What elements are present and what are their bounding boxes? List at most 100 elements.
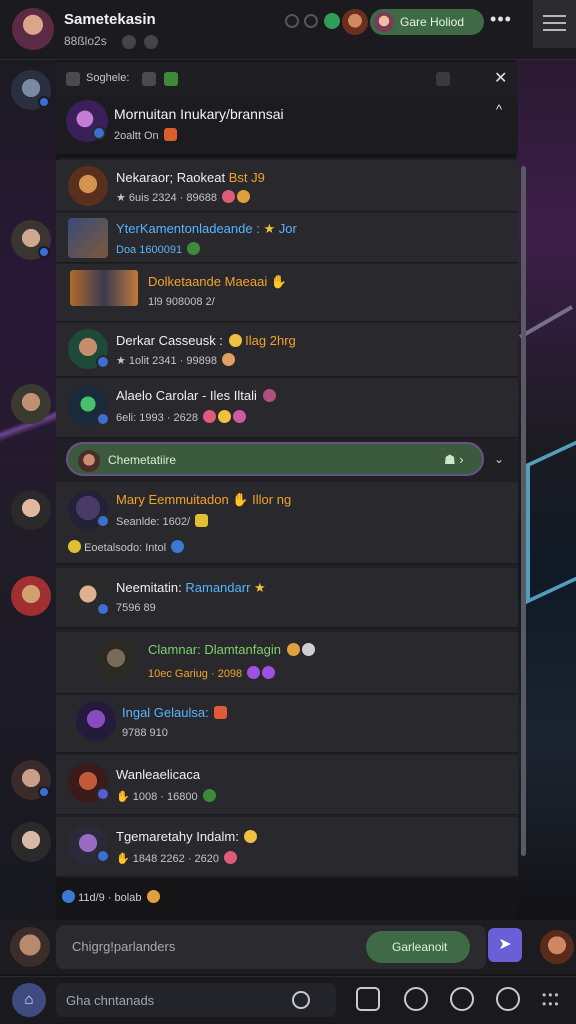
- page-subtitle: 88ßlo2s: [64, 34, 107, 48]
- scrollbar-thumb[interactable]: [521, 166, 526, 856]
- user-name: Mary Eemmuitadon ✋ Illor ng: [116, 492, 292, 507]
- member-avatar[interactable]: [11, 384, 51, 424]
- contact-avatar[interactable]: [342, 9, 368, 35]
- user-meta: 7596 89: [116, 602, 156, 614]
- list-item[interactable]: Nekaraor; Raokeat Bst J9 ★ 6uis 2324 · 8…: [56, 160, 518, 212]
- friend-avatar[interactable]: [540, 930, 574, 964]
- message-composer: Chigrg!parlanders Garleanoit ➤: [0, 920, 576, 974]
- user-name: Ingal Gelaulsa:: [122, 705, 228, 720]
- list-item[interactable]: Ingal Gelaulsa: 9788 910: [56, 695, 518, 753]
- user-name: YterKamentonladeande : ★ Jor: [116, 221, 297, 236]
- member-avatar[interactable]: [11, 490, 51, 530]
- post-title: Mornuitan Inukary/brannsai: [114, 106, 284, 122]
- highlighted-channel[interactable]: Chemetatiire ☗ ›: [66, 442, 484, 476]
- member-avatar[interactable]: [11, 822, 51, 862]
- hamburger-menu-icon[interactable]: [533, 0, 576, 48]
- user-avatar[interactable]: [68, 166, 108, 206]
- list-item[interactable]: Neemitatin: Ramandarr ★ 7596 89: [56, 568, 518, 628]
- list-item[interactable]: YterKamentonladeande : ★ Jor Doa 1600091: [56, 213, 518, 263]
- gamepad-icon[interactable]: [450, 987, 474, 1011]
- list-item[interactable]: Derkar Casseusk : Ilag 2hrg ★ 1olit 2341…: [56, 323, 518, 377]
- verified-badge-icon: [92, 126, 106, 140]
- profile-avatar[interactable]: [12, 8, 54, 50]
- home-icon[interactable]: ⌂: [12, 983, 46, 1017]
- user-name: Wanleaelicaca: [116, 767, 201, 782]
- info-icon: [144, 35, 158, 49]
- verified-badge-icon: [96, 412, 110, 426]
- list-item[interactable]: Alaelo Carolar - Iles Iltali 6eli: 1993 …: [56, 378, 518, 438]
- user-name: Clamnar: Dlamtanfagin: [148, 642, 315, 657]
- user-meta: 1l9 908008 2/: [148, 296, 215, 308]
- thread-header: Soghele:: [56, 62, 518, 96]
- collapse-chevron-icon[interactable]: ^: [496, 102, 502, 117]
- page-title: Sametekasin: [64, 11, 156, 28]
- list-item[interactable]: Mary Eemmuitadon ✋ Illor ng Seanlde: 160…: [56, 482, 518, 564]
- thread-label: Soghele:: [86, 72, 130, 84]
- user-name: Dolketaande Maeaai ✋: [148, 274, 288, 289]
- user-meta: 9788 910: [122, 727, 168, 739]
- attach-icon[interactable]: [404, 987, 428, 1011]
- verified-badge-icon: [96, 787, 110, 801]
- verified-badge-icon: [38, 246, 50, 258]
- frog-icon: [164, 72, 178, 86]
- user-meta: 6eli: 1993 · 2628: [116, 410, 247, 424]
- more-options-icon[interactable]: •••: [488, 10, 514, 32]
- room-avatar-icon: [374, 12, 394, 32]
- user-extra: Eoetalsodo: Intol: [66, 540, 185, 554]
- thread-post-header: Mornuitan Inukary/brannsai 2oaltt On: [56, 96, 518, 154]
- status-dot-icon: [285, 14, 299, 28]
- user-avatar[interactable]: [68, 218, 108, 258]
- user-meta: 10ec Gariug · 2098: [148, 666, 276, 680]
- user-meta: ✋ 1848 2262 · 2620: [116, 851, 238, 865]
- game-icon: [142, 72, 156, 86]
- apps-grid-icon[interactable]: ••• •••: [542, 989, 564, 1010]
- media-thumbnail[interactable]: [70, 270, 138, 306]
- status-ring-icon: [304, 14, 318, 28]
- verified-badge-icon: [96, 355, 110, 369]
- voice-icon[interactable]: [292, 991, 310, 1009]
- clock-icon: [122, 35, 136, 49]
- verified-badge-icon: [38, 786, 50, 798]
- bottom-nav: ⌂ Gha chntanads ••• •••: [0, 976, 576, 1024]
- list-item[interactable]: Tgemaretahy Indalm: ✋ 1848 2262 · 2620: [56, 817, 518, 877]
- screen-share-icon[interactable]: [356, 987, 380, 1011]
- user-avatar[interactable]: [96, 640, 136, 680]
- user-meta: ✋ 1008 · 16800: [116, 789, 216, 803]
- search-placeholder: Gha chntanads: [66, 993, 155, 1008]
- verified-badge-icon: [38, 96, 50, 108]
- game-room-label: Gare Holiod: [400, 15, 465, 29]
- list-item[interactable]: Dolketaande Maeaai ✋ 1l9 908008 2/: [56, 264, 518, 322]
- user-name: Neemitatin: Ramandarr ★: [116, 580, 266, 595]
- verified-badge-icon: [96, 602, 110, 616]
- gift-icon: [163, 128, 177, 141]
- user-meta: Seanlde: 1602/: [116, 514, 209, 528]
- channel-search-input[interactable]: Gha chntanads: [56, 983, 336, 1017]
- app-header: Sametekasin 88ßlo2s Gare Holiod •••: [0, 0, 576, 60]
- typing-status: 11d/9 · bolab: [60, 890, 160, 904]
- online-indicator-icon: [324, 13, 340, 29]
- message-input[interactable]: Chigrg!parlanders Garleanoit: [56, 925, 486, 969]
- expand-chevron-icon[interactable]: ⌄: [494, 452, 504, 466]
- user-avatar[interactable]: [76, 701, 116, 741]
- list-item[interactable]: Clamnar: Dlamtanfagin 10ec Gariug · 2098: [56, 632, 518, 694]
- channel-action-icon[interactable]: ☗ ›: [444, 452, 464, 468]
- user-meta: Doa 1600091: [116, 242, 201, 256]
- verified-badge-icon: [96, 849, 110, 863]
- member-avatar[interactable]: [11, 576, 51, 616]
- verified-badge-icon: [96, 514, 110, 528]
- post-meta: 2oaltt On: [114, 128, 177, 142]
- close-icon[interactable]: ✕: [494, 68, 507, 88]
- user-meta: ★ 6uis 2324 · 89688: [116, 190, 251, 204]
- game-room-button[interactable]: Gare Holiod: [370, 9, 484, 35]
- channel-avatar: [78, 450, 100, 472]
- my-avatar[interactable]: [10, 927, 50, 967]
- user-name: Derkar Casseusk : Ilag 2hrg: [116, 333, 296, 348]
- camera-icon[interactable]: [496, 987, 520, 1011]
- user-meta: ★ 1olit 2341 · 99898: [116, 353, 236, 367]
- list-item[interactable]: Wanleaelicaca ✋ 1008 · 16800: [56, 755, 518, 815]
- send-icon[interactable]: ➤: [488, 928, 522, 962]
- channel-label: Chemetatiire: [108, 453, 177, 467]
- user-name: Alaelo Carolar - Iles Iltali: [116, 388, 276, 403]
- signal-icon: [436, 72, 450, 86]
- quick-action-button[interactable]: Garleanoit: [366, 931, 470, 963]
